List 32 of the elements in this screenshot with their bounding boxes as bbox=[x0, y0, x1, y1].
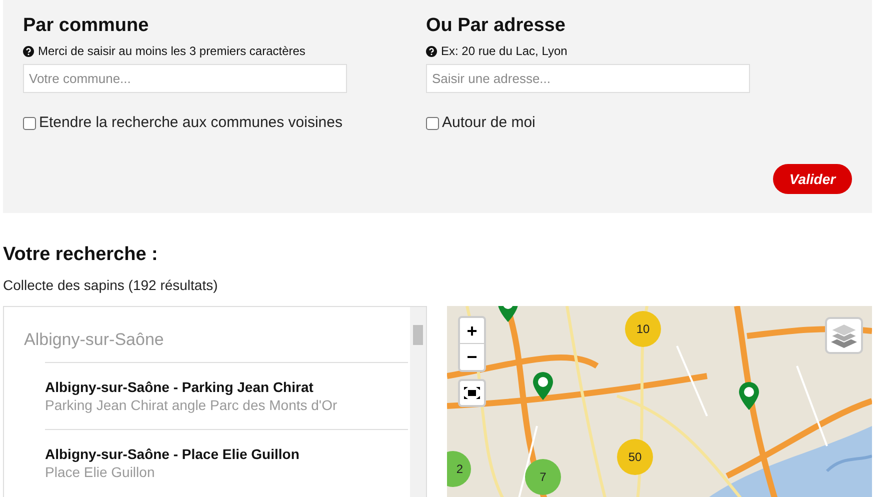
checkbox-label: Autour de moi bbox=[442, 114, 536, 132]
layers-button[interactable] bbox=[825, 317, 863, 354]
result-address: Parking Jean Chirat angle Parc des Monts d'Or bbox=[45, 396, 338, 414]
fullscreen-button[interactable] bbox=[458, 379, 486, 407]
zoom-out-button[interactable]: − bbox=[460, 344, 484, 370]
section-title: Par commune bbox=[23, 14, 150, 38]
map-pin-icon[interactable] bbox=[739, 382, 759, 410]
fullscreen-icon bbox=[464, 387, 480, 399]
result-address: Place Elie Guillon bbox=[45, 463, 156, 481]
result-title: Albigny-sur-Saône - Place Elie Guillon bbox=[45, 445, 300, 463]
checkbox-label: Etendre la recherche aux communes voisines bbox=[39, 114, 342, 132]
input-field[interactable]: Saisir une adresse... bbox=[426, 64, 750, 93]
zoom-in-button[interactable]: + bbox=[460, 318, 484, 344]
help-icon bbox=[23, 46, 34, 56]
result-title: Albigny-sur-Saône - Parking Jean Chirat bbox=[45, 378, 314, 396]
result-item[interactable]: Albigny-sur-Saône - Parking Jean Chirat Parking Jean Chirat angle Parc des Monts d'Or bbox=[45, 362, 408, 429]
group-title: Albigny-sur-Saône bbox=[24, 329, 165, 351]
layers-icon bbox=[831, 324, 857, 348]
checkbox[interactable] bbox=[426, 116, 439, 130]
hint-text: Merci de saisir au moins les 3 premiers caractères bbox=[38, 43, 306, 59]
input-field[interactable]: Votre commune... bbox=[23, 64, 347, 93]
result-item[interactable]: Albigny-sur-Saône - Place Elie Guillon Place Elie Guillon bbox=[45, 429, 408, 496]
submit-button[interactable]: Valider bbox=[773, 164, 852, 194]
scroll-thumb[interactable] bbox=[413, 325, 423, 345]
section-title: Ou Par adresse bbox=[426, 14, 566, 38]
checkbox[interactable] bbox=[23, 116, 36, 130]
results-title: Votre recherche : bbox=[3, 243, 159, 267]
hint-text: Ex: 20 rue du Lac, Lyon bbox=[441, 43, 568, 59]
scrollbar[interactable] bbox=[410, 307, 426, 497]
help-icon bbox=[426, 46, 437, 56]
results-summary: Collecte des sapins (192 résultats) bbox=[3, 276, 219, 294]
map-pin-icon[interactable] bbox=[533, 372, 553, 400]
